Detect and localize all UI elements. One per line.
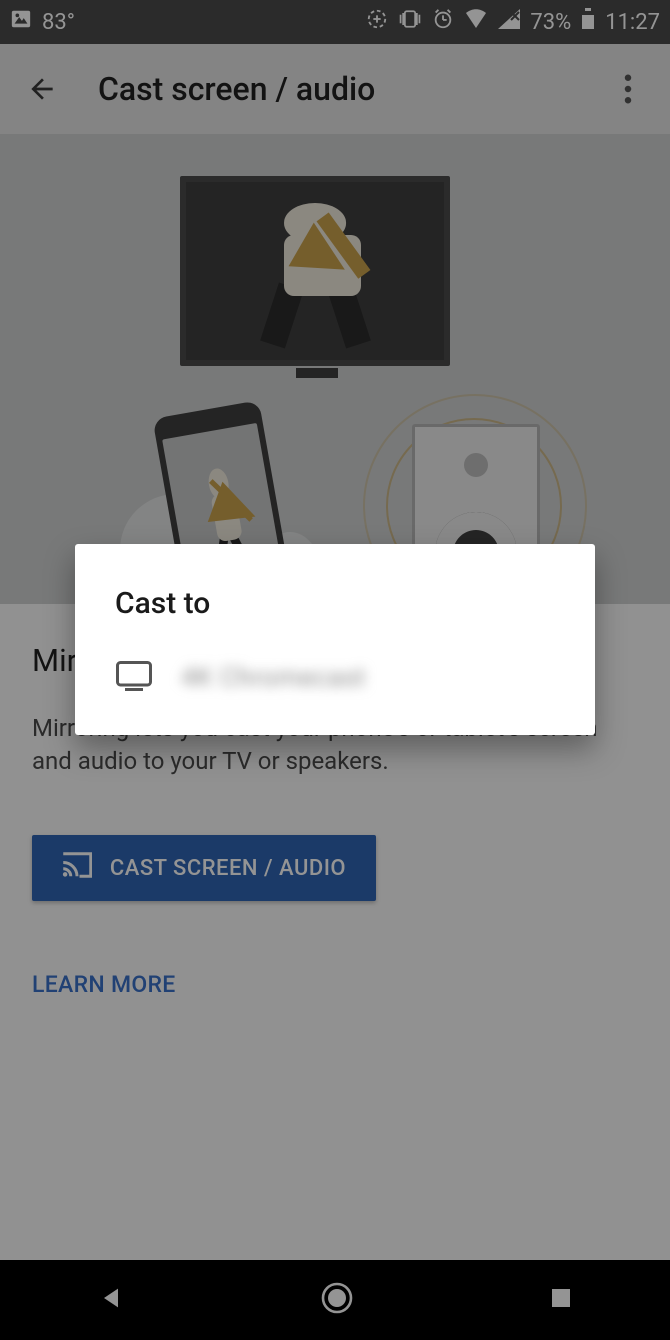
cast-device-item[interactable]: 4K Chromecast (75, 643, 595, 735)
cast-to-dialog: Cast to 4K Chromecast (75, 544, 595, 735)
tv-icon (115, 661, 153, 695)
cast-device-name: 4K Chromecast (181, 663, 366, 693)
dialog-title: Cast to (75, 544, 595, 643)
